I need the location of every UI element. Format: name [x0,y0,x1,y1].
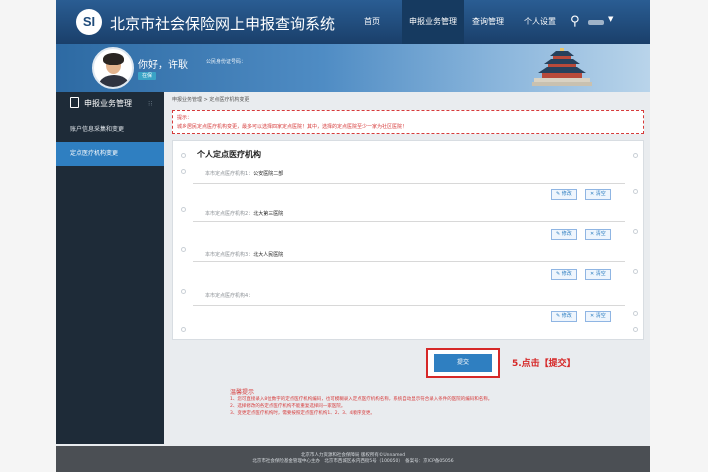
notes-line: 3、变更定点医疗机构时，需要按照定点医疗机构1、2、3、4顺序变更。 [230,411,375,416]
greeting-text: 你好，许耿 [138,60,188,71]
institution-3-label: 本市定点医疗机构3：北大人民医院 [205,252,284,258]
app-title: 北京市社会保险网上申报查询系统 [110,15,336,33]
institution-1-input[interactable] [193,183,625,184]
clear-button-1[interactable]: ✕ 清空 [585,189,611,200]
page: { "app": { "title": "北京市社会保险网上申报查询系统" },… [0,0,708,472]
clear-button-4[interactable]: ✕ 清空 [585,311,611,322]
notes-line: 1、您可直接录入8位数字的定点医疗机构编码，也可模糊录入定点医疗机构名称，系统自… [230,397,493,402]
sidebar-item-account-info[interactable]: 账户信息采集和变更 [56,118,164,142]
bullet-icon [181,327,186,332]
sidebar: 申报业务管理 ⁝⁝ 账户信息采集和变更 定点医疗机构变更 [56,92,164,444]
edit-button-2[interactable]: ✎ 修改 [551,229,577,240]
sidebar-heading: 申报业务管理 ⁝⁝ [56,92,164,114]
clear-button-2[interactable]: ✕ 清空 [585,229,611,240]
tip-text: 城乡居民定点医疗机构变更，最多可以选择四家定点医院！其中，选择的定点医院至少一家… [177,124,408,130]
notes-heading: 温馨提示 [230,389,255,396]
chevron-down-icon[interactable]: ▼ [608,15,613,23]
bullet-icon [181,153,186,158]
avatar [92,47,134,89]
submit-button[interactable]: 提交 [434,354,492,372]
nav-declaration-management[interactable]: 申报业务管理 [402,0,464,44]
bullet-icon [181,207,186,212]
bullet-icon [181,289,186,294]
bullet-icon [633,269,638,274]
designated-institutions-panel: 个人定点医疗机构 本市定点医疗机构1：公安医院二部 ✎ 修改 ✕ 清空 本市定点… [172,140,644,340]
clear-button-3[interactable]: ✕ 清空 [585,269,611,280]
institution-3-value[interactable]: 北大人民医院 [253,252,283,258]
notes-line: 2、选择修改的各定点医疗机构不能重复选择同一家医院。 [230,404,346,409]
nav-query-management[interactable]: 查询管理 [466,0,510,44]
bullet-icon [633,189,638,194]
institution-1-label: 本市定点医疗机构1：公安医院二部 [205,171,284,177]
bullet-icon [181,169,186,174]
insurance-status-badge: 在保 [138,72,157,80]
institution-2-input[interactable] [193,221,625,222]
submit-highlight-box: 提交 [426,348,500,378]
bullet-icon [633,327,638,332]
reminder-notes: 温馨提示 1、您可直接录入8位数字的定点医疗机构编码，也可模糊录入定点医疗机构名… [230,387,492,417]
social-security-logo-icon: SI [76,9,102,35]
temple-of-heaven-icon [532,48,592,86]
edit-button-1[interactable]: ✎ 修改 [551,189,577,200]
bullet-icon [633,311,638,316]
bullet-icon [633,229,638,234]
sidebar-item-designated-medical-change[interactable]: 定点医疗机构变更 [56,142,164,166]
grid-icon[interactable]: ⁝⁝ [148,100,152,108]
institution-4-label: 本市定点医疗机构4： [205,293,254,299]
user-icon[interactable]: ⚲ [570,14,580,30]
institution-3-input[interactable] [193,261,625,262]
bullet-icon [181,247,186,252]
footer-copyright: 北京市人力资源和社会保障局 版权所有©Unnamed [300,453,406,458]
step-annotation: 5.点击【提交】 [512,359,576,369]
user-banner: 你好，许耿 公民身份证号码： 在保 [56,44,650,92]
document-icon [70,97,79,108]
breadcrumb: 申报业务管理 > 定点医疗机构变更 [172,97,250,103]
app-frame: SI 北京市社会保险网上申报查询系统 首页 申报业务管理 查询管理 个人设置 ⚲… [56,0,650,472]
institution-1-value[interactable]: 公安医院二部 [253,171,283,177]
tip-box: 提示： 城乡居民定点医疗机构变更，最多可以选择四家定点医院！其中，选择的定点医院… [172,110,644,134]
bullet-icon [633,153,638,158]
edit-button-3[interactable]: ✎ 修改 [551,269,577,280]
id-number-label: 公民身份证号码： [206,59,247,65]
panel-title: 个人定点医疗机构 [197,150,261,159]
footer-organizer: 北京市社会保险基金管理中心主办 北京市西城区永内西街5号（100050） 备案号… [252,459,454,464]
nav-home[interactable]: 首页 [352,0,392,44]
nav-personal-settings[interactable]: 个人设置 [518,0,562,44]
institution-2-value[interactable]: 北大第三医院 [253,211,283,217]
edit-button-4[interactable]: ✎ 修改 [551,311,577,322]
institution-2-label: 本市定点医疗机构2：北大第三医院 [205,211,284,217]
top-nav-bar: SI 北京市社会保险网上申报查询系统 首页 申报业务管理 查询管理 个人设置 ⚲… [56,0,650,44]
user-name-redacted[interactable] [588,20,604,25]
institution-4-input[interactable] [193,305,625,306]
tip-title: 提示： [177,115,193,121]
footer: 北京市人力资源和社会保障局 版权所有©Unnamed 北京市社会保险基金管理中心… [56,446,650,472]
